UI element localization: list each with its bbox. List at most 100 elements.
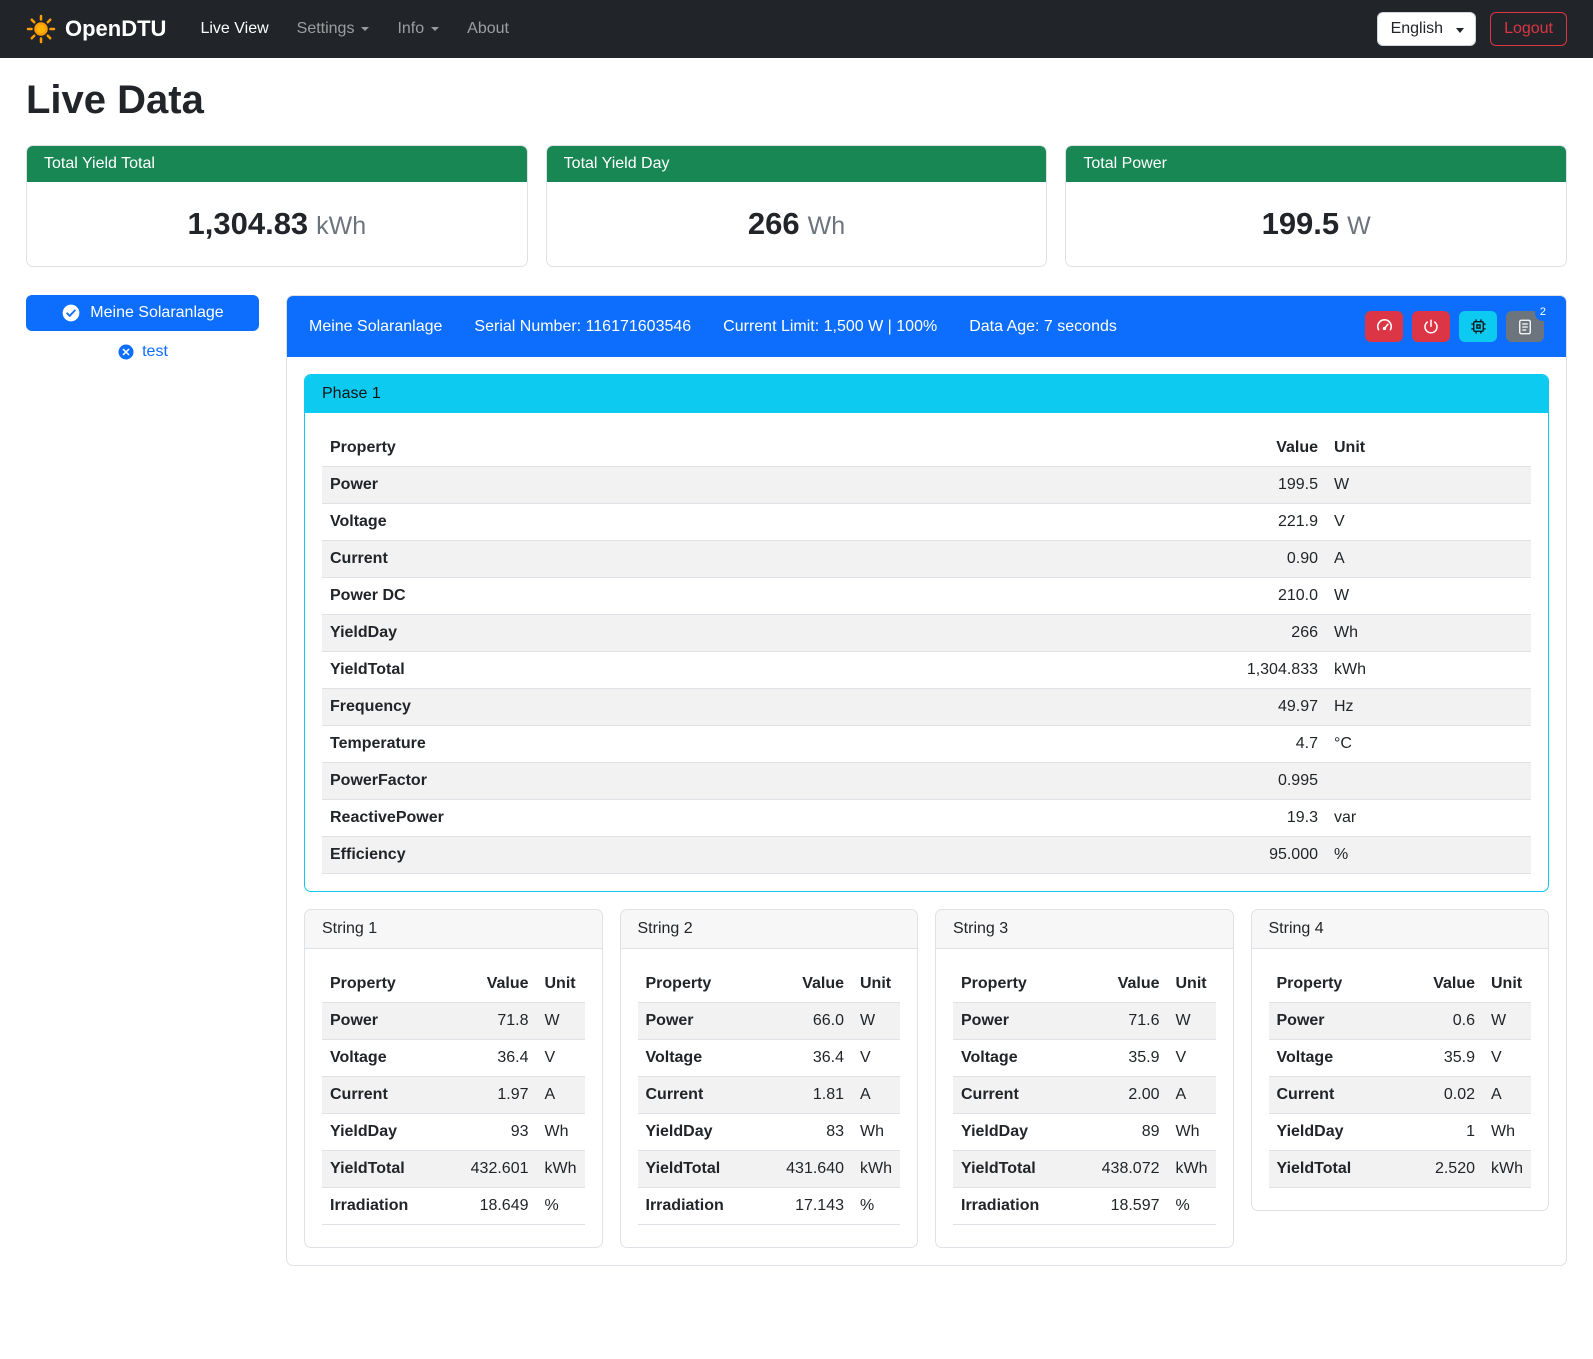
property-cell: Voltage xyxy=(638,1040,771,1077)
property-cell: YieldTotal xyxy=(322,652,1176,689)
value-cell: 17.143 xyxy=(770,1188,852,1225)
table-row: Power DC 210.0 W xyxy=(322,578,1531,615)
event-log-button[interactable]: 2 xyxy=(1506,311,1544,342)
table-row: Temperature 4.7 °C xyxy=(322,726,1531,763)
unit-cell: Wh xyxy=(852,1114,900,1151)
nav-item-settings[interactable]: Settings xyxy=(283,12,384,46)
device-info-button[interactable] xyxy=(1459,311,1497,342)
column-header-property: Property xyxy=(322,966,455,1003)
table-header-row: Property Value Unit xyxy=(638,966,901,1003)
string-card-title: String 2 xyxy=(621,910,918,949)
unit-cell: A xyxy=(852,1077,900,1114)
unit-cell: °C xyxy=(1326,726,1531,763)
table-row: Power 71.6 W xyxy=(953,1003,1216,1040)
value-cell: 1,304.833 xyxy=(1176,652,1326,689)
summary-value: 1,304.83 xyxy=(188,206,309,241)
column-header-property: Property xyxy=(322,430,1176,467)
summary-unit: kWh xyxy=(316,212,366,240)
nav-links: Live View Settings Info About xyxy=(186,12,523,46)
unit-cell: A xyxy=(537,1077,585,1114)
nav-item-label: Settings xyxy=(297,20,355,38)
unit-cell: V xyxy=(1168,1040,1216,1077)
column-header-property: Property xyxy=(953,966,1086,1003)
table-row: Power 66.0 W xyxy=(638,1003,901,1040)
value-cell: 266 xyxy=(1176,615,1326,652)
nav-item-label: Info xyxy=(397,20,424,38)
summary-card-body: 1,304.83kWh xyxy=(27,182,527,266)
property-cell: YieldTotal xyxy=(322,1151,455,1188)
power-toggle-button[interactable] xyxy=(1412,311,1450,342)
summary-value: 199.5 xyxy=(1262,206,1340,241)
property-cell: Voltage xyxy=(322,504,1176,541)
value-cell: 35.9 xyxy=(1401,1040,1483,1077)
top-navbar: OpenDTU Live View Settings Info About En… xyxy=(0,0,1593,58)
value-cell: 35.9 xyxy=(1086,1040,1168,1077)
journal-icon xyxy=(1516,318,1534,336)
table-row: Efficiency 95.000 % xyxy=(322,837,1531,874)
property-cell: YieldDay xyxy=(322,615,1176,652)
value-cell: 438.072 xyxy=(1086,1151,1168,1188)
chevron-down-icon xyxy=(431,27,439,31)
unit-cell: % xyxy=(852,1188,900,1225)
property-cell: Power DC xyxy=(322,578,1176,615)
cpu-icon xyxy=(1469,317,1488,336)
property-cell: YieldDay xyxy=(953,1114,1086,1151)
property-cell: PowerFactor xyxy=(322,763,1176,800)
value-cell: 2.00 xyxy=(1086,1077,1168,1114)
unit-cell: W xyxy=(1483,1003,1531,1040)
column-header-unit: Unit xyxy=(537,966,585,1003)
chevron-down-icon xyxy=(361,27,369,31)
column-header-value: Value xyxy=(1176,430,1326,467)
value-cell: 18.649 xyxy=(455,1188,537,1225)
table-row: YieldDay 93 Wh xyxy=(322,1114,585,1151)
unit-cell: W xyxy=(1326,578,1531,615)
unit-cell: kWh xyxy=(1168,1151,1216,1188)
string-table: Property Value Unit Power 0.6 W xyxy=(1269,966,1532,1188)
table-row: YieldTotal 438.072 kWh xyxy=(953,1151,1216,1188)
unit-cell: V xyxy=(1483,1040,1531,1077)
value-cell: 36.4 xyxy=(455,1040,537,1077)
limit-settings-button[interactable] xyxy=(1365,311,1403,342)
sidebar-item-test[interactable]: test xyxy=(26,343,259,361)
event-count-badge: 2 xyxy=(1535,304,1551,321)
string-card-title: String 4 xyxy=(1252,910,1549,949)
column-header-property: Property xyxy=(638,966,771,1003)
value-cell: 83 xyxy=(770,1114,852,1151)
table-row: YieldTotal 1,304.833 kWh xyxy=(322,652,1531,689)
sidebar-item-meine-solaranlage[interactable]: Meine Solaranlage xyxy=(26,295,259,331)
table-row: Current 0.02 A xyxy=(1269,1077,1532,1114)
sidebar-item-label: test xyxy=(142,343,168,361)
unit-cell: W xyxy=(1326,467,1531,504)
table-row: Voltage 36.4 V xyxy=(322,1040,585,1077)
value-cell: 71.8 xyxy=(455,1003,537,1040)
unit-cell: % xyxy=(537,1188,585,1225)
page-title: Live Data xyxy=(26,78,1567,123)
logout-button[interactable]: Logout xyxy=(1490,12,1567,46)
value-cell: 0.6 xyxy=(1401,1003,1483,1040)
nav-item-about[interactable]: About xyxy=(453,12,523,46)
unit-cell: V xyxy=(537,1040,585,1077)
total-yield-day-card: Total Yield Day 266Wh xyxy=(546,145,1048,267)
value-cell: 93 xyxy=(455,1114,537,1151)
string-2-card: String 2 Property Value Unit xyxy=(620,909,919,1248)
table-row: YieldDay 266 Wh xyxy=(322,615,1531,652)
unit-cell: kWh xyxy=(1326,652,1531,689)
unit-cell: W xyxy=(852,1003,900,1040)
property-cell: Power xyxy=(953,1003,1086,1040)
nav-item-info[interactable]: Info xyxy=(383,12,453,46)
value-cell: 431.640 xyxy=(770,1151,852,1188)
value-cell: 0.995 xyxy=(1176,763,1326,800)
string-table: Property Value Unit Power 66.0 W xyxy=(638,966,901,1225)
value-cell: 432.601 xyxy=(455,1151,537,1188)
nav-item-live-view[interactable]: Live View xyxy=(186,12,282,46)
language-select[interactable]: English xyxy=(1377,12,1476,46)
string-card-body: Property Value Unit Power 71.6 W xyxy=(936,949,1233,1247)
brand[interactable]: OpenDTU xyxy=(26,14,166,44)
property-cell: YieldDay xyxy=(322,1114,455,1151)
value-cell: 0.02 xyxy=(1401,1077,1483,1114)
unit-cell: Wh xyxy=(1168,1114,1216,1151)
property-cell: YieldTotal xyxy=(953,1151,1086,1188)
value-cell: 71.6 xyxy=(1086,1003,1168,1040)
property-cell: Frequency xyxy=(322,689,1176,726)
property-cell: Voltage xyxy=(322,1040,455,1077)
